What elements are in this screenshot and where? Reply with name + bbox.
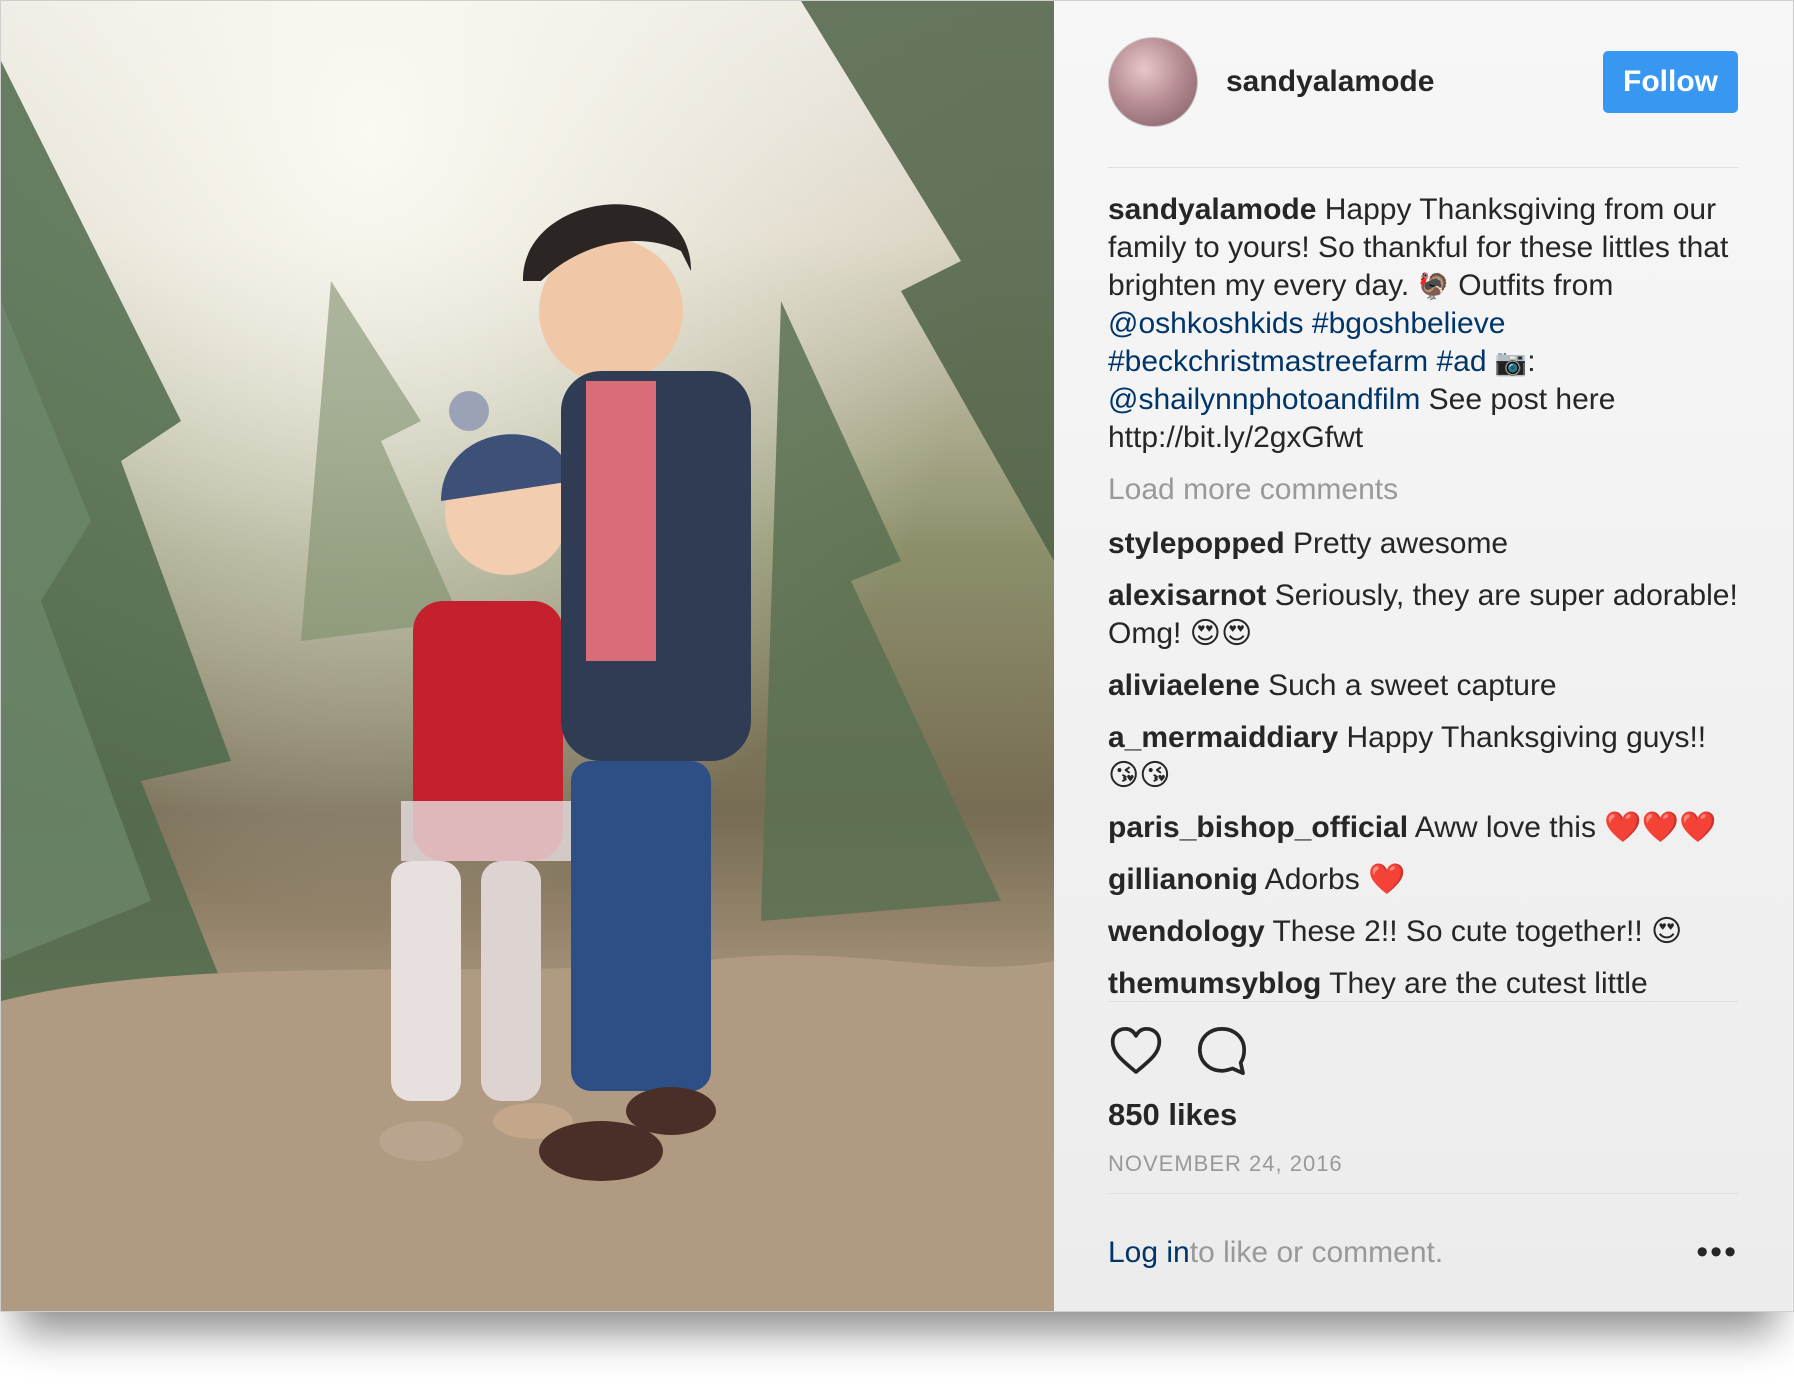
comment-username[interactable]: wendology: [1108, 915, 1265, 948]
login-prompt-text: to like or comment.: [1189, 1235, 1444, 1269]
comment: gillianonig Adorbs ❤️: [1108, 861, 1738, 899]
post-header: sandyalamode Follow: [1108, 37, 1738, 127]
hashtag-link[interactable]: #bgoshbelieve: [1312, 307, 1506, 340]
more-options-icon[interactable]: •••: [1696, 1233, 1738, 1272]
caption: sandyalamode Happy Thanksgiving from our…: [1108, 191, 1738, 457]
comment-text: Such a sweet capture: [1259, 669, 1557, 702]
comment-text: Pretty awesome: [1284, 527, 1509, 560]
comment: themumsyblog They are the cutest little: [1108, 965, 1738, 1001]
comment: alexisarnot Seriously, they are super ad…: [1108, 577, 1738, 653]
post-footer: Log in to like or comment. •••: [1108, 1233, 1738, 1272]
caption-text: [1487, 345, 1495, 378]
comment: paris_bishop_official Aww love this ❤️❤️…: [1108, 809, 1738, 847]
profile-username[interactable]: sandyalamode: [1226, 65, 1603, 99]
post-date: NOVEMBER 24, 2016: [1108, 1151, 1343, 1176]
heart-icon[interactable]: [1108, 1023, 1164, 1079]
comments-section[interactable]: sandyalamode Happy Thanksgiving from our…: [1108, 191, 1738, 1001]
comment-username[interactable]: gillianonig: [1108, 863, 1258, 896]
avatar[interactable]: [1108, 37, 1198, 127]
comment-text: Aww love this ❤️❤️❤️: [1408, 811, 1717, 844]
mention-link[interactable]: @shailynnphotoandfilm: [1108, 383, 1420, 416]
mention-link[interactable]: @oshkoshkids: [1108, 307, 1304, 340]
hashtag-link[interactable]: #ad: [1436, 345, 1486, 378]
comment-bubble-icon[interactable]: [1194, 1023, 1250, 1079]
likes-count[interactable]: 850 likes: [1108, 1097, 1237, 1133]
caption-text: :: [1527, 345, 1536, 378]
footer-divider: [1108, 1193, 1738, 1194]
comment-username[interactable]: paris_bishop_official: [1108, 811, 1408, 844]
photo-illustration: [1, 1, 1054, 1311]
comment-username[interactable]: a_mermaiddiary: [1108, 721, 1338, 754]
comment: stylepopped Pretty awesome: [1108, 525, 1738, 563]
comment: aliviaelene Such a sweet capture: [1108, 667, 1738, 705]
caption-text: Outfits from: [1449, 269, 1614, 302]
comment-text: Adorbs ❤️: [1258, 863, 1406, 896]
post-photo: [1, 1, 1054, 1311]
instagram-post-card: sandyalamode Follow sandyalamode Happy T…: [0, 0, 1794, 1312]
login-link[interactable]: Log in: [1108, 1236, 1190, 1270]
comment-text: These 2!! So cute together!! 😍: [1264, 915, 1683, 948]
comment: wendology These 2!! So cute together!! 😍: [1108, 913, 1738, 951]
comments-divider: [1108, 1001, 1738, 1002]
camera-emoji: 📷: [1494, 347, 1528, 377]
caption-text: [1304, 307, 1312, 340]
turkey-emoji: 🦃: [1417, 271, 1450, 301]
load-more-comments-link[interactable]: Load more comments: [1108, 471, 1738, 509]
comment: a_mermaiddiary Happy Thanksgiving guys!!…: [1108, 719, 1738, 795]
header-divider: [1108, 167, 1738, 168]
post-actions: [1108, 1021, 1250, 1081]
comment-text: They are the cutest little: [1321, 967, 1648, 1000]
comment-username[interactable]: alexisarnot: [1108, 579, 1266, 612]
comment-username[interactable]: stylepopped: [1108, 527, 1285, 560]
follow-button[interactable]: Follow: [1603, 51, 1738, 113]
post-sidebar: sandyalamode Follow sandyalamode Happy T…: [1054, 1, 1792, 1311]
comment-username[interactable]: themumsyblog: [1108, 967, 1321, 1000]
hashtag-link[interactable]: #beckchristmastreefarm: [1108, 345, 1428, 378]
caption-username[interactable]: sandyalamode: [1108, 193, 1316, 226]
comment-username[interactable]: aliviaelene: [1108, 669, 1260, 702]
